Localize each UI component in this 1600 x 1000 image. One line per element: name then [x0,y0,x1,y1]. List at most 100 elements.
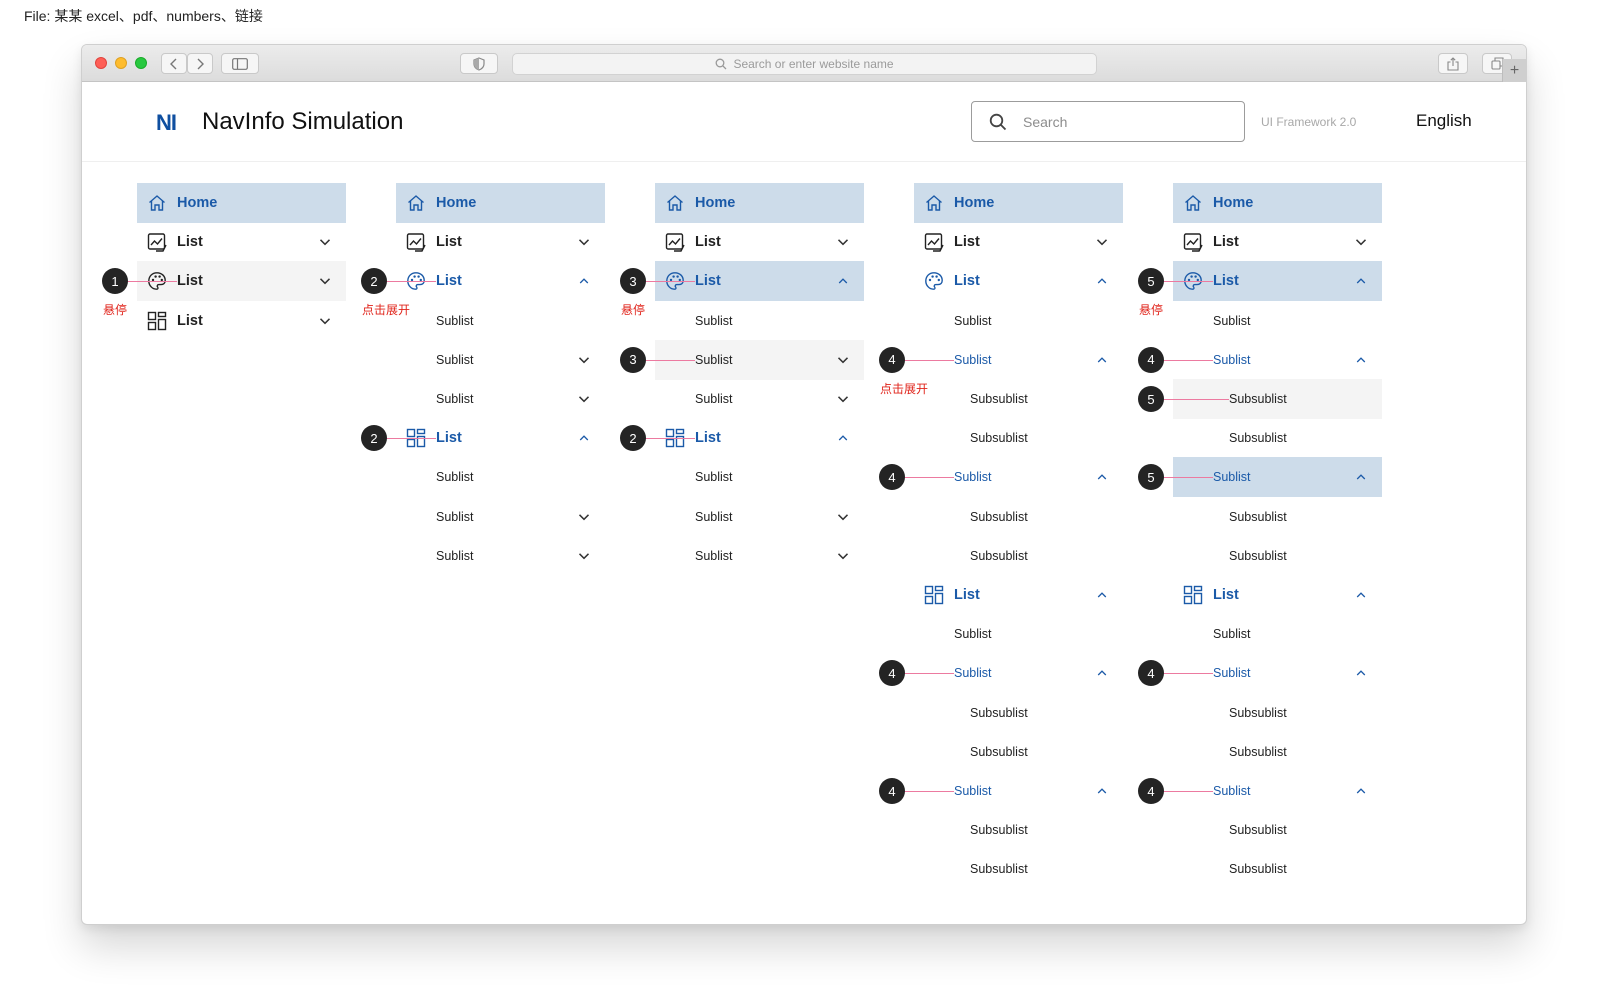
nav-item-label: Sublist [1213,470,1251,485]
nav-item-list[interactable]: List [914,261,1123,301]
chevron-down-icon[interactable] [577,549,591,563]
close-window-button[interactable] [95,57,107,69]
language-selector[interactable]: English [1416,111,1472,131]
chevron-down-icon[interactable] [318,274,332,288]
nav-item-sublist[interactable]: Sublist [396,301,605,341]
chevron-up-icon[interactable] [1354,470,1368,484]
chevron-down-icon[interactable] [577,392,591,406]
nav-item-subsublist[interactable]: Subsublist [914,536,1123,576]
chevron-up-icon[interactable] [577,431,591,445]
chevron-up-icon[interactable] [1354,353,1368,367]
share-button[interactable] [1438,53,1468,74]
search-input[interactable] [1023,113,1213,130]
back-button[interactable] [161,53,187,74]
new-tab-button[interactable]: + [1502,59,1526,82]
chevron-up-icon[interactable] [1354,666,1368,680]
nav-item-sublist[interactable]: Sublist [396,536,605,576]
annotation-note: 点击展开 [880,381,929,396]
nav-item-label: Subsublist [1229,744,1287,759]
nav-item-list[interactable]: List [1173,222,1382,262]
chevron-down-icon[interactable] [577,353,591,367]
chevron-down-icon[interactable] [318,235,332,249]
step-badge: 4 [1138,346,1164,373]
chevron-down-icon[interactable] [836,510,850,524]
chevron-down-icon[interactable] [1354,235,1368,249]
nav-item-subsublist[interactable]: Subsublist [914,379,1123,419]
chevron-down-icon[interactable] [836,235,850,249]
search-box[interactable] [971,101,1245,142]
nav-item-sublist[interactable]: Sublist [396,457,605,497]
nav-item-sublist[interactable]: Sublist [655,457,864,497]
step-badge: 3 [620,346,646,373]
chevron-up-icon[interactable] [1095,274,1109,288]
chevron-up-icon[interactable] [836,274,850,288]
nav-item-home[interactable]: Home [1173,183,1382,223]
nav-item-sublist[interactable]: Sublist [655,379,864,419]
nav-item-subsublist[interactable]: Subsublist [1173,849,1382,889]
chevron-up-icon[interactable] [1354,588,1368,602]
nav-item-sublist[interactable]: Sublist [396,379,605,419]
nav-item-sublist[interactable]: Sublist [914,301,1123,341]
nav-item-subsublist[interactable]: Subsublist [914,693,1123,733]
plus-icon: + [1509,61,1520,79]
chevron-down-icon[interactable] [318,314,332,328]
nav-item-sublist[interactable]: Sublist [655,301,864,341]
address-bar[interactable]: Search or enter website name [512,53,1097,75]
nav-item-subsublist[interactable]: Subsublist [914,810,1123,850]
nav-item-subsublist[interactable]: Subsublist [914,497,1123,537]
nav-item-subsublist[interactable]: Subsublist [1173,732,1382,772]
nav-item-list[interactable]: List [137,301,346,341]
nav-item-home[interactable]: Home [914,183,1123,223]
nav-item-list[interactable]: List [1173,575,1382,615]
forward-button[interactable] [187,53,213,74]
privacy-button[interactable] [460,53,498,74]
nav-item-sublist[interactable]: Sublist [396,497,605,537]
minimize-window-button[interactable] [115,57,127,69]
chevron-down-icon[interactable] [836,392,850,406]
sidebar-toggle-button[interactable] [221,53,259,74]
chevron-up-icon[interactable] [1095,353,1109,367]
nav-item-subsublist[interactable]: Subsublist [1173,536,1382,576]
home-icon [147,193,167,213]
chevron-down-icon[interactable] [577,235,591,249]
nav-item-label: List [954,273,980,290]
nav-item-sublist[interactable]: Sublist [396,340,605,380]
chevron-up-icon[interactable] [1095,470,1109,484]
nav-item-label: Subsublist [1229,392,1287,406]
chevron-down-icon[interactable] [836,353,850,367]
nav-item-sublist[interactable]: Sublist [1173,301,1382,341]
nav-item-subsublist[interactable]: Subsublist [914,418,1123,458]
browser-window: Search or enter website name + NI NavInf… [81,44,1527,925]
nav-item-home[interactable]: Home [396,183,605,223]
nav-item-sublist[interactable]: Sublist [914,614,1123,654]
nav-item-list[interactable]: List [655,222,864,262]
nav-item-subsublist[interactable]: Subsublist [1173,693,1382,733]
nav-item-subsublist[interactable]: Subsublist [1173,810,1382,850]
nav-item-home[interactable]: Home [137,183,346,223]
chevron-up-icon[interactable] [577,274,591,288]
chevron-down-icon[interactable] [577,510,591,524]
nav-item-subsublist[interactable]: Subsublist [1173,497,1382,537]
chevron-up-icon[interactable] [836,431,850,445]
chevron-up-icon[interactable] [1354,784,1368,798]
chevron-down-icon[interactable] [1095,235,1109,249]
nav-item-subsublist[interactable]: Subsublist [914,849,1123,889]
nav-item-sublist[interactable]: Sublist [655,536,864,576]
nav-item-list[interactable]: List [914,575,1123,615]
chevron-up-icon[interactable] [1095,588,1109,602]
nav-item-list[interactable]: List [396,222,605,262]
sidebar-icon [232,57,248,70]
nav-item-list[interactable]: List [137,222,346,262]
chevron-up-icon[interactable] [1095,666,1109,680]
zoom-window-button[interactable] [135,57,147,69]
nav-item-subsublist[interactable]: Subsublist [1173,418,1382,458]
nav-item-label: Sublist [954,627,992,642]
nav-item-list[interactable]: List [914,222,1123,262]
nav-item-sublist[interactable]: Sublist [655,497,864,537]
nav-item-home[interactable]: Home [655,183,864,223]
chevron-up-icon[interactable] [1095,784,1109,798]
nav-item-subsublist[interactable]: Subsublist [914,732,1123,772]
nav-item-sublist[interactable]: Sublist [1173,614,1382,654]
chevron-down-icon[interactable] [836,549,850,563]
chevron-up-icon[interactable] [1354,274,1368,288]
